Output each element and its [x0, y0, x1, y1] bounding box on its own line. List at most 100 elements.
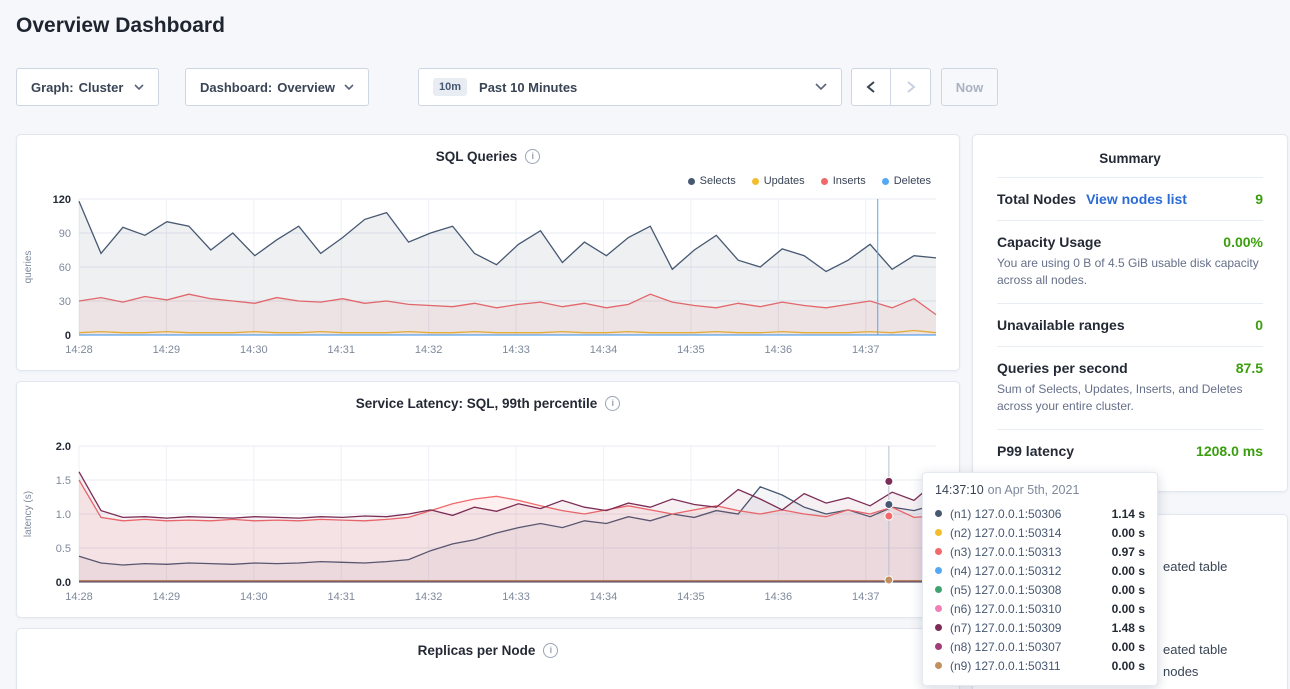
service-latency-chart[interactable]: 14:28 14:29 14:30 14:31 14:32 14:33 14:34 14:35…	[17, 438, 961, 610]
sql-queries-chart[interactable]: 14:2814:2914:3014:3114:3214:3314:3414:35…	[17, 191, 961, 363]
svg-text:14:30: 14:30	[240, 344, 268, 356]
time-range-label: Past 10 Minutes	[479, 80, 577, 95]
sql-queries-legend: Selects Updates Inserts Deletes	[688, 175, 931, 187]
svg-text:14:31: 14:31	[327, 591, 355, 603]
total-nodes-value: 9	[1255, 191, 1263, 207]
series-dot-icon	[935, 662, 942, 669]
info-icon[interactable]: i	[525, 149, 540, 164]
legend-item[interactable]: Updates	[752, 175, 805, 187]
svg-text:0.5: 0.5	[56, 543, 71, 555]
tooltip-row: (n5) 127.0.0.1:503080.00 s	[935, 580, 1145, 599]
tooltip-rows: (n1) 127.0.0.1:503061.14 s(n2) 127.0.0.1…	[935, 504, 1145, 675]
summary-row-qps: Queries per second 87.5 Sum of Selects, …	[997, 346, 1263, 429]
svg-text:14:32: 14:32	[415, 591, 443, 603]
sql-queries-panel: SQL Queries i Selects Updates Inserts Delet…	[16, 134, 960, 371]
series-dot-icon	[935, 605, 942, 612]
svg-text:0: 0	[65, 330, 71, 342]
svg-text:14:35: 14:35	[677, 591, 705, 603]
chevron-down-icon	[134, 84, 144, 91]
legend-dot-icon	[688, 178, 695, 185]
chevron-down-icon	[815, 83, 827, 91]
svg-text:14:34: 14:34	[590, 344, 618, 356]
tooltip-row: (n3) 127.0.0.1:503130.97 s	[935, 542, 1145, 561]
time-prev-button[interactable]	[851, 68, 891, 106]
svg-text:14:35: 14:35	[677, 344, 705, 356]
time-nav-group	[851, 68, 931, 106]
chevron-left-icon	[866, 80, 876, 94]
service-latency-title: Service Latency: SQL, 99th percentile	[356, 396, 598, 411]
capacity-usage-value: 0.00%	[1223, 234, 1263, 250]
svg-text:14:29: 14:29	[153, 591, 181, 603]
view-nodes-list-link[interactable]: View nodes list	[1086, 191, 1187, 207]
now-button[interactable]: Now	[941, 68, 998, 106]
series-dot-icon	[935, 529, 942, 536]
dashboard-dropdown-label: Dashboard:	[200, 80, 272, 95]
info-icon[interactable]: i	[605, 396, 620, 411]
legend-dot-icon	[821, 178, 828, 185]
svg-text:90: 90	[59, 228, 71, 240]
capacity-usage-label: Capacity Usage	[997, 234, 1101, 250]
tooltip-date: on Apr 5th, 2021	[988, 483, 1080, 497]
svg-text:14:33: 14:33	[502, 591, 530, 603]
svg-text:14:36: 14:36	[765, 591, 793, 603]
time-range-badge: 10m	[433, 78, 467, 96]
chart-tooltip: 14:37:10 on Apr 5th, 2021 (n1) 127.0.0.1:…	[922, 472, 1158, 686]
svg-text:1.5: 1.5	[56, 475, 71, 487]
legend-item[interactable]: Deletes	[882, 175, 931, 187]
legend-item[interactable]: Selects	[688, 175, 736, 187]
tooltip-row: (n9) 127.0.0.1:503110.00 s	[935, 656, 1145, 675]
event-item-fragment: eated table	[1163, 642, 1227, 657]
tooltip-time: 14:37:10	[935, 483, 984, 497]
svg-text:14:30: 14:30	[240, 591, 268, 603]
summary-row-total-nodes: Total Nodes View nodes list 9	[997, 177, 1263, 220]
dashboard-dropdown[interactable]: Dashboard: Overview	[185, 68, 369, 106]
svg-text:14:31: 14:31	[327, 344, 355, 356]
svg-text:14:36: 14:36	[765, 344, 793, 356]
dashboard-dropdown-value: Overview	[277, 80, 335, 95]
p99-latency-value: 1208.0 ms	[1196, 443, 1263, 459]
overview-dashboard-page: Overview Dashboard Graph: Cluster Dashbo…	[0, 0, 1290, 689]
sql-queries-title: SQL Queries	[436, 149, 518, 164]
series-dot-icon	[935, 643, 942, 650]
time-range-selector[interactable]: 10m Past 10 Minutes	[418, 68, 842, 106]
graph-dropdown-value: Cluster	[79, 80, 124, 95]
replicas-per-node-title: Replicas per Node	[418, 643, 536, 658]
graph-dropdown[interactable]: Graph: Cluster	[16, 68, 159, 106]
qps-description: Sum of Selects, Updates, Inserts, and De…	[997, 381, 1263, 416]
unavailable-ranges-value: 0	[1255, 317, 1263, 333]
p99-latency-label: P99 latency	[997, 443, 1074, 459]
svg-text:60: 60	[59, 262, 71, 274]
series-dot-icon	[935, 510, 942, 517]
series-dot-icon	[935, 567, 942, 574]
svg-text:30: 30	[59, 296, 71, 308]
svg-text:queries: queries	[23, 251, 34, 284]
series-dot-icon	[935, 624, 942, 631]
qps-value: 87.5	[1236, 360, 1263, 376]
tooltip-row: (n6) 127.0.0.1:503100.00 s	[935, 599, 1145, 618]
svg-text:120: 120	[53, 194, 71, 206]
series-dot-icon	[935, 586, 942, 593]
svg-text:14:34: 14:34	[590, 591, 618, 603]
event-item-fragment: nodes	[1163, 664, 1198, 679]
tooltip-row: (n1) 127.0.0.1:503061.14 s	[935, 504, 1145, 523]
graph-dropdown-label: Graph:	[31, 80, 74, 95]
series-dot-icon	[935, 548, 942, 555]
tooltip-row: (n2) 127.0.0.1:503140.00 s	[935, 523, 1145, 542]
legend-item[interactable]: Inserts	[821, 175, 866, 187]
legend-dot-icon	[752, 178, 759, 185]
qps-label: Queries per second	[997, 360, 1128, 376]
svg-text:14:33: 14:33	[502, 344, 530, 356]
svg-text:14:28: 14:28	[65, 344, 93, 356]
summary-title: Summary	[997, 135, 1263, 177]
summary-row-p99-latency: P99 latency 1208.0 ms	[997, 429, 1263, 472]
svg-text:14:28: 14:28	[65, 591, 93, 603]
svg-text:latency (s): latency (s)	[23, 491, 34, 537]
total-nodes-label: Total Nodes	[997, 191, 1076, 207]
tooltip-row: (n8) 127.0.0.1:503070.00 s	[935, 637, 1145, 656]
svg-text:14:29: 14:29	[153, 344, 181, 356]
svg-text:14:37: 14:37	[852, 344, 880, 356]
svg-text:2.0: 2.0	[56, 441, 71, 453]
tooltip-row: (n4) 127.0.0.1:503120.00 s	[935, 561, 1145, 580]
info-icon[interactable]: i	[543, 643, 558, 658]
time-next-button[interactable]	[891, 68, 931, 106]
